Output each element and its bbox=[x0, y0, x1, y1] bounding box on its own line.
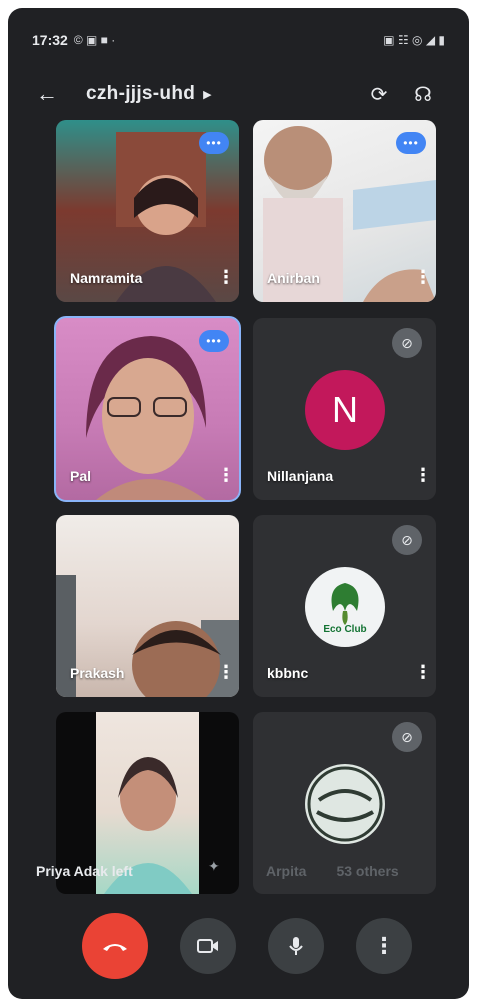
kebab-menu-icon[interactable]: ⋮ bbox=[414, 662, 432, 683]
kebab-menu-icon[interactable]: ⋮ bbox=[414, 267, 432, 288]
caret-right-icon[interactable]: ▶ bbox=[203, 88, 211, 101]
kebab-menu-icon[interactable]: ⋮ bbox=[414, 465, 432, 486]
participant-logo bbox=[305, 764, 385, 844]
participant-name: Namramita bbox=[70, 270, 143, 286]
participant-tile[interactable]: ⊘ N Nillanjana ⋮ bbox=[253, 318, 436, 500]
switch-camera-icon[interactable]: ⟳ bbox=[357, 82, 401, 107]
eco-club-logo: Eco Club bbox=[305, 567, 385, 647]
participant-tile[interactable]: ••• Pal ⋮ bbox=[54, 316, 241, 502]
participant-tile[interactable]: ••• Anirban ⋮ bbox=[253, 120, 436, 302]
speaking-indicator: ••• bbox=[396, 132, 426, 154]
mic-off-icon: ⊘ bbox=[392, 525, 422, 555]
speaking-indicator: ••• bbox=[199, 330, 229, 352]
kebab-menu-icon[interactable]: ⋮ bbox=[217, 662, 235, 683]
participant-name: Nillanjana bbox=[267, 468, 334, 484]
participant-name: Pal bbox=[70, 468, 92, 484]
call-header: ← czh-jjjs-uhd ▶ ⟳ ☊ bbox=[36, 74, 445, 114]
participant-name: kbbnc bbox=[267, 665, 309, 681]
phone-hangup-icon bbox=[103, 944, 127, 951]
back-arrow-icon[interactable]: ← bbox=[36, 81, 64, 107]
video-camera-icon bbox=[197, 939, 218, 953]
avatar: N bbox=[305, 370, 385, 450]
overflow-name: Arpita bbox=[266, 863, 307, 879]
meet-call-screen: 17:32 © ▣ ■ · ▣ ☷ ◎ ◢ ▮ ← czh-jjjs-uhd ▶… bbox=[8, 8, 469, 999]
microphone-icon bbox=[289, 937, 303, 955]
more-options-badge: ••• bbox=[199, 132, 229, 154]
sparkle-icon: ✦ bbox=[208, 858, 220, 874]
notification-icons: © ▣ ■ · bbox=[73, 33, 116, 47]
overflow-participants[interactable]: Arpita 53 others bbox=[266, 863, 399, 879]
mic-off-icon: ⊘ bbox=[392, 328, 422, 358]
logo-text: Eco Club bbox=[323, 624, 367, 635]
meeting-code[interactable]: czh-jjjs-uhd bbox=[86, 83, 195, 105]
kebab-menu-icon[interactable]: ⋮ bbox=[217, 465, 235, 486]
participant-tile[interactable]: ••• Namramita ⋮ bbox=[56, 120, 239, 302]
end-call-button[interactable] bbox=[82, 913, 148, 979]
status-time: 17:32 bbox=[32, 32, 68, 48]
more-options-button[interactable]: ⋮ bbox=[356, 918, 412, 974]
status-bar: 17:32 © ▣ ■ · ▣ ☷ ◎ ◢ ▮ bbox=[32, 30, 445, 50]
audio-output-icon[interactable]: ☊ bbox=[401, 82, 445, 107]
participant-left-notice: Priya Adak left bbox=[36, 863, 133, 879]
kebab-menu-icon[interactable]: ⋮ bbox=[217, 267, 235, 288]
participant-name: Anirban bbox=[267, 270, 320, 286]
system-icons: ▣ ☷ ◎ ◢ ▮ bbox=[383, 33, 445, 47]
overflow-others: 53 others bbox=[336, 863, 399, 879]
mic-off-icon: ⊘ bbox=[392, 722, 422, 752]
participant-tile[interactable]: Prakash ⋮ bbox=[56, 515, 239, 697]
mic-toggle-button[interactable] bbox=[268, 918, 324, 974]
participant-tile[interactable]: ⊘ Eco Club kbbnc ⋮ bbox=[253, 515, 436, 697]
participant-name: Prakash bbox=[70, 665, 125, 681]
camera-toggle-button[interactable] bbox=[180, 918, 236, 974]
